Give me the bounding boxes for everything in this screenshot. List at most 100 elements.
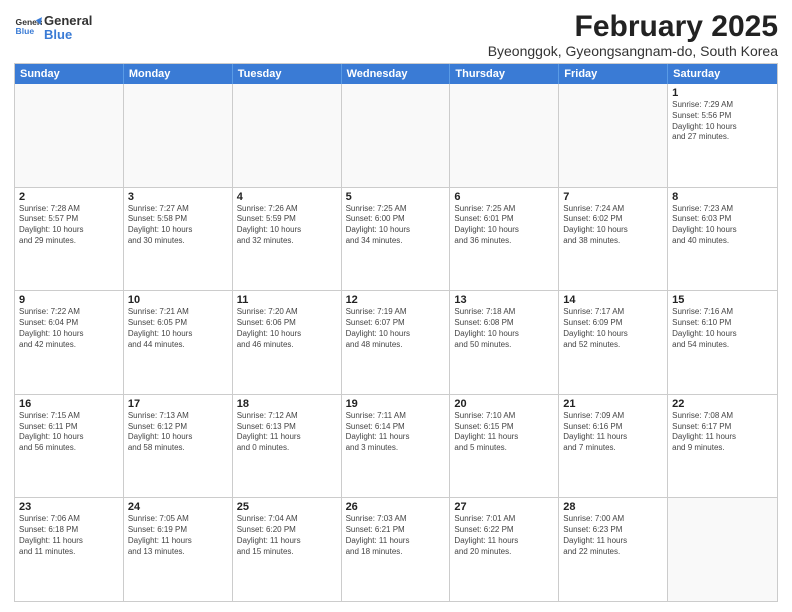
page: General Blue General Blue February 2025 …: [0, 0, 792, 612]
cell-info: Sunrise: 7:04 AM Sunset: 6:20 PM Dayligh…: [237, 514, 337, 557]
cell-info: Sunrise: 7:16 AM Sunset: 6:10 PM Dayligh…: [672, 307, 773, 350]
cell-info: Sunrise: 7:19 AM Sunset: 6:07 PM Dayligh…: [346, 307, 446, 350]
day-number: 3: [128, 191, 228, 203]
cell-info: Sunrise: 7:05 AM Sunset: 6:19 PM Dayligh…: [128, 514, 228, 557]
calendar-cell: 23Sunrise: 7:06 AM Sunset: 6:18 PM Dayli…: [15, 498, 124, 601]
cell-info: Sunrise: 7:29 AM Sunset: 5:56 PM Dayligh…: [672, 100, 773, 143]
cell-info: Sunrise: 7:13 AM Sunset: 6:12 PM Dayligh…: [128, 411, 228, 454]
day-number: 28: [563, 501, 663, 513]
calendar: SundayMondayTuesdayWednesdayThursdayFrid…: [14, 63, 778, 602]
calendar-header: SundayMondayTuesdayWednesdayThursdayFrid…: [15, 64, 777, 84]
day-number: 17: [128, 398, 228, 410]
day-number: 20: [454, 398, 554, 410]
calendar-cell: 17Sunrise: 7:13 AM Sunset: 6:12 PM Dayli…: [124, 395, 233, 498]
calendar-cell: [124, 84, 233, 187]
day-number: 26: [346, 501, 446, 513]
day-number: 15: [672, 294, 773, 306]
cell-info: Sunrise: 7:12 AM Sunset: 6:13 PM Dayligh…: [237, 411, 337, 454]
day-number: 27: [454, 501, 554, 513]
calendar-cell: 6Sunrise: 7:25 AM Sunset: 6:01 PM Daylig…: [450, 188, 559, 291]
day-number: 23: [19, 501, 119, 513]
cell-info: Sunrise: 7:00 AM Sunset: 6:23 PM Dayligh…: [563, 514, 663, 557]
logo-icon: General Blue: [14, 14, 42, 42]
cell-info: Sunrise: 7:24 AM Sunset: 6:02 PM Dayligh…: [563, 204, 663, 247]
cell-info: Sunrise: 7:28 AM Sunset: 5:57 PM Dayligh…: [19, 204, 119, 247]
cell-info: Sunrise: 7:15 AM Sunset: 6:11 PM Dayligh…: [19, 411, 119, 454]
calendar-cell: 14Sunrise: 7:17 AM Sunset: 6:09 PM Dayli…: [559, 291, 668, 394]
day-number: 24: [128, 501, 228, 513]
calendar-cell: 19Sunrise: 7:11 AM Sunset: 6:14 PM Dayli…: [342, 395, 451, 498]
calendar-cell: 25Sunrise: 7:04 AM Sunset: 6:20 PM Dayli…: [233, 498, 342, 601]
header-day-wednesday: Wednesday: [342, 64, 451, 84]
cell-info: Sunrise: 7:01 AM Sunset: 6:22 PM Dayligh…: [454, 514, 554, 557]
calendar-cell: [342, 84, 451, 187]
logo: General Blue General Blue: [14, 14, 92, 43]
cell-info: Sunrise: 7:08 AM Sunset: 6:17 PM Dayligh…: [672, 411, 773, 454]
calendar-cell: [15, 84, 124, 187]
calendar-cell: [559, 84, 668, 187]
day-number: 11: [237, 294, 337, 306]
day-number: 1: [672, 87, 773, 99]
calendar-cell: 26Sunrise: 7:03 AM Sunset: 6:21 PM Dayli…: [342, 498, 451, 601]
day-number: 10: [128, 294, 228, 306]
calendar-cell: [668, 498, 777, 601]
calendar-cell: 20Sunrise: 7:10 AM Sunset: 6:15 PM Dayli…: [450, 395, 559, 498]
day-number: 6: [454, 191, 554, 203]
page-subtitle: Byeonggok, Gyeongsangnam-do, South Korea: [488, 43, 778, 59]
cell-info: Sunrise: 7:21 AM Sunset: 6:05 PM Dayligh…: [128, 307, 228, 350]
calendar-body: 1Sunrise: 7:29 AM Sunset: 5:56 PM Daylig…: [15, 84, 777, 601]
calendar-cell: 28Sunrise: 7:00 AM Sunset: 6:23 PM Dayli…: [559, 498, 668, 601]
calendar-row-4: 16Sunrise: 7:15 AM Sunset: 6:11 PM Dayli…: [15, 395, 777, 499]
cell-info: Sunrise: 7:18 AM Sunset: 6:08 PM Dayligh…: [454, 307, 554, 350]
calendar-cell: 5Sunrise: 7:25 AM Sunset: 6:00 PM Daylig…: [342, 188, 451, 291]
calendar-cell: 4Sunrise: 7:26 AM Sunset: 5:59 PM Daylig…: [233, 188, 342, 291]
calendar-cell: [450, 84, 559, 187]
day-number: 18: [237, 398, 337, 410]
cell-info: Sunrise: 7:10 AM Sunset: 6:15 PM Dayligh…: [454, 411, 554, 454]
calendar-row-1: 1Sunrise: 7:29 AM Sunset: 5:56 PM Daylig…: [15, 84, 777, 188]
day-number: 5: [346, 191, 446, 203]
day-number: 13: [454, 294, 554, 306]
calendar-cell: 2Sunrise: 7:28 AM Sunset: 5:57 PM Daylig…: [15, 188, 124, 291]
calendar-cell: 22Sunrise: 7:08 AM Sunset: 6:17 PM Dayli…: [668, 395, 777, 498]
calendar-cell: 21Sunrise: 7:09 AM Sunset: 6:16 PM Dayli…: [559, 395, 668, 498]
cell-info: Sunrise: 7:17 AM Sunset: 6:09 PM Dayligh…: [563, 307, 663, 350]
header-day-saturday: Saturday: [668, 64, 777, 84]
day-number: 12: [346, 294, 446, 306]
cell-info: Sunrise: 7:25 AM Sunset: 6:00 PM Dayligh…: [346, 204, 446, 247]
calendar-cell: 8Sunrise: 7:23 AM Sunset: 6:03 PM Daylig…: [668, 188, 777, 291]
cell-info: Sunrise: 7:23 AM Sunset: 6:03 PM Dayligh…: [672, 204, 773, 247]
calendar-cell: 3Sunrise: 7:27 AM Sunset: 5:58 PM Daylig…: [124, 188, 233, 291]
calendar-row-5: 23Sunrise: 7:06 AM Sunset: 6:18 PM Dayli…: [15, 498, 777, 601]
page-title: February 2025: [488, 10, 778, 43]
calendar-cell: 27Sunrise: 7:01 AM Sunset: 6:22 PM Dayli…: [450, 498, 559, 601]
day-number: 14: [563, 294, 663, 306]
day-number: 21: [563, 398, 663, 410]
calendar-row-3: 9Sunrise: 7:22 AM Sunset: 6:04 PM Daylig…: [15, 291, 777, 395]
day-number: 9: [19, 294, 119, 306]
calendar-cell: 18Sunrise: 7:12 AM Sunset: 6:13 PM Dayli…: [233, 395, 342, 498]
title-block: February 2025 Byeonggok, Gyeongsangnam-d…: [488, 10, 778, 59]
day-number: 19: [346, 398, 446, 410]
calendar-cell: 24Sunrise: 7:05 AM Sunset: 6:19 PM Dayli…: [124, 498, 233, 601]
day-number: 16: [19, 398, 119, 410]
cell-info: Sunrise: 7:03 AM Sunset: 6:21 PM Dayligh…: [346, 514, 446, 557]
header-day-thursday: Thursday: [450, 64, 559, 84]
cell-info: Sunrise: 7:09 AM Sunset: 6:16 PM Dayligh…: [563, 411, 663, 454]
svg-text:Blue: Blue: [16, 27, 35, 37]
cell-info: Sunrise: 7:11 AM Sunset: 6:14 PM Dayligh…: [346, 411, 446, 454]
header-day-friday: Friday: [559, 64, 668, 84]
calendar-cell: 1Sunrise: 7:29 AM Sunset: 5:56 PM Daylig…: [668, 84, 777, 187]
cell-info: Sunrise: 7:20 AM Sunset: 6:06 PM Dayligh…: [237, 307, 337, 350]
day-number: 4: [237, 191, 337, 203]
day-number: 22: [672, 398, 773, 410]
calendar-cell: 16Sunrise: 7:15 AM Sunset: 6:11 PM Dayli…: [15, 395, 124, 498]
calendar-cell: 13Sunrise: 7:18 AM Sunset: 6:08 PM Dayli…: [450, 291, 559, 394]
cell-info: Sunrise: 7:26 AM Sunset: 5:59 PM Dayligh…: [237, 204, 337, 247]
cell-info: Sunrise: 7:22 AM Sunset: 6:04 PM Dayligh…: [19, 307, 119, 350]
header: General Blue General Blue February 2025 …: [14, 10, 778, 59]
calendar-cell: 15Sunrise: 7:16 AM Sunset: 6:10 PM Dayli…: [668, 291, 777, 394]
cell-info: Sunrise: 7:06 AM Sunset: 6:18 PM Dayligh…: [19, 514, 119, 557]
header-day-tuesday: Tuesday: [233, 64, 342, 84]
cell-info: Sunrise: 7:25 AM Sunset: 6:01 PM Dayligh…: [454, 204, 554, 247]
